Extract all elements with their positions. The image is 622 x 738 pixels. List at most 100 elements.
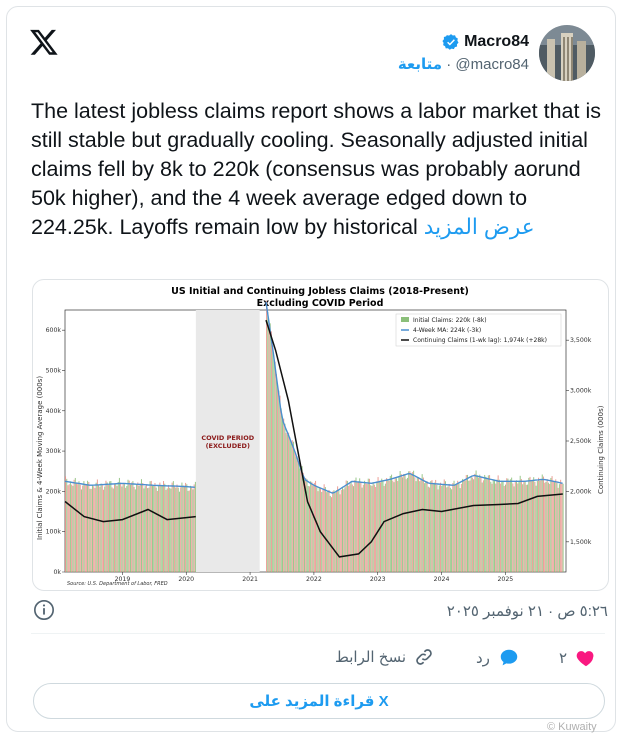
claims-bar bbox=[463, 480, 465, 572]
claims-bar bbox=[476, 475, 478, 572]
left-tick-label: 400k bbox=[46, 408, 62, 415]
claims-bar bbox=[342, 486, 344, 572]
x-tick-label: 2021 bbox=[242, 576, 258, 583]
claims-bar bbox=[513, 486, 515, 572]
claims-bar bbox=[400, 474, 402, 572]
claims-bar bbox=[383, 485, 385, 572]
copy-link-label: نسخ الرابط bbox=[335, 649, 407, 666]
claims-bar bbox=[391, 474, 393, 572]
claims-bar bbox=[395, 478, 397, 572]
claims-bar bbox=[367, 478, 369, 572]
claims-bar bbox=[66, 478, 68, 572]
show-more-link[interactable]: عرض المزيد bbox=[424, 215, 535, 239]
claims-bar bbox=[503, 485, 505, 572]
claims-bar bbox=[104, 486, 106, 572]
claims-bar bbox=[397, 481, 399, 572]
follow-button[interactable]: متابعة bbox=[398, 56, 442, 73]
claims-bar bbox=[192, 489, 194, 572]
claims-bar bbox=[142, 483, 144, 572]
claims-bar bbox=[311, 482, 313, 572]
claims-bar bbox=[389, 476, 391, 572]
claims-bar bbox=[471, 477, 473, 572]
handle[interactable]: @macro84 bbox=[455, 56, 529, 73]
claims-bar bbox=[441, 485, 443, 572]
claims-bar bbox=[536, 481, 538, 572]
avatar[interactable] bbox=[539, 25, 595, 81]
claims-bar bbox=[289, 437, 291, 572]
claims-bar bbox=[425, 481, 427, 572]
claims-bar bbox=[523, 482, 525, 572]
claims-bar bbox=[519, 475, 521, 572]
claims-bar bbox=[273, 355, 275, 572]
claims-bar bbox=[410, 474, 412, 572]
claims-bar bbox=[430, 481, 432, 572]
claims-bar bbox=[414, 477, 416, 572]
copy-link-button[interactable]: نسخ الرابط bbox=[335, 647, 434, 667]
claims-bar bbox=[541, 474, 543, 572]
claims-bar bbox=[177, 487, 179, 572]
claims-bar bbox=[84, 483, 86, 572]
claims-bar bbox=[507, 478, 509, 572]
claims-bar bbox=[68, 484, 70, 572]
claims-bar bbox=[484, 474, 486, 572]
claims-bar bbox=[109, 481, 111, 572]
x-tick-label: 2024 bbox=[434, 576, 450, 583]
claims-bar bbox=[447, 486, 449, 572]
claims-bar bbox=[562, 483, 564, 572]
claims-bar bbox=[498, 479, 500, 572]
like-count: ٢ bbox=[559, 650, 568, 667]
claims-bar bbox=[324, 487, 326, 572]
chart-title: US Initial and Continuing Jobless Claims… bbox=[171, 286, 469, 297]
claims-bar bbox=[73, 479, 75, 572]
claims-bar bbox=[514, 481, 516, 572]
like-button[interactable]: ٢ bbox=[559, 647, 597, 669]
claims-bar bbox=[158, 485, 160, 572]
tweet-card: Macro84 متابعة · @macro84 The latest job… bbox=[6, 6, 616, 733]
claims-bar bbox=[138, 485, 140, 572]
claims-bar bbox=[180, 487, 182, 572]
claims-bar bbox=[415, 481, 417, 572]
claims-bar bbox=[174, 486, 176, 572]
chart-image[interactable]: US Initial and Continuing Jobless Claims… bbox=[32, 279, 609, 591]
claims-bar bbox=[531, 479, 533, 572]
watermark: © Kuwaity bbox=[547, 721, 597, 733]
claims-bar bbox=[357, 481, 359, 572]
claims-bar bbox=[123, 483, 125, 572]
claims-bar bbox=[72, 485, 74, 572]
author-block[interactable]: Macro84 متابعة · @macro84 bbox=[398, 21, 595, 85]
claims-bar bbox=[533, 477, 535, 572]
claims-bar bbox=[509, 479, 511, 572]
claims-bar bbox=[420, 478, 422, 572]
reply-button[interactable]: رد bbox=[476, 647, 520, 669]
read-more-button[interactable]: قراءة المزيد على X bbox=[33, 683, 605, 719]
covid-label-1: COVID PERIOD bbox=[201, 434, 254, 442]
claims-bar bbox=[465, 475, 467, 572]
claims-bar bbox=[279, 395, 281, 572]
claims-bar bbox=[350, 481, 352, 572]
timestamp[interactable]: ٥:٢٦ ص · ٢١ نوفمبر ٢٠٢٥ bbox=[412, 602, 608, 620]
claims-bar bbox=[359, 478, 361, 572]
claims-bar bbox=[382, 480, 384, 572]
claims-bar bbox=[337, 486, 339, 572]
claims-bar bbox=[283, 418, 285, 572]
x-logo-icon[interactable] bbox=[29, 27, 59, 57]
claims-bar bbox=[408, 471, 410, 572]
claims-bar bbox=[435, 479, 437, 572]
claims-bar bbox=[304, 479, 306, 572]
claims-bar bbox=[286, 434, 288, 572]
claims-bar bbox=[133, 486, 135, 572]
claims-bar bbox=[458, 483, 460, 572]
claims-bar bbox=[422, 477, 424, 572]
claims-bar bbox=[480, 476, 482, 572]
claims-bar bbox=[386, 478, 388, 572]
claims-bar bbox=[436, 484, 438, 572]
display-name[interactable]: Macro84 bbox=[464, 33, 529, 51]
info-icon[interactable] bbox=[33, 599, 55, 621]
claims-bar bbox=[67, 485, 69, 572]
claims-bar bbox=[144, 486, 146, 572]
claims-bar bbox=[329, 495, 331, 572]
claims-bar bbox=[431, 480, 433, 572]
claims-bar bbox=[355, 477, 357, 572]
claims-bar bbox=[366, 484, 368, 572]
x-tick-label: 2022 bbox=[306, 576, 322, 583]
